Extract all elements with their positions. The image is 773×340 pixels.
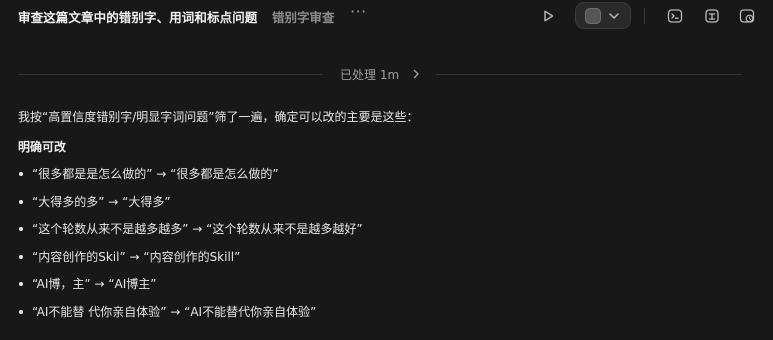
chevron-down-icon (609, 13, 619, 19)
fix-text: “大得多的多” → “大得多” (32, 194, 171, 209)
section-heading: 明确可改 (18, 140, 67, 154)
bullet (19, 254, 23, 259)
toolbar-divider (644, 8, 645, 24)
list-item: “内容创作的Skil” → “内容创作的Skill” (18, 248, 758, 266)
model-selector[interactable] (575, 2, 631, 29)
list-item: “AI不能替 代你亲自体验” → “AI不能替代你亲自体验” (18, 303, 758, 321)
chevron-right-icon (413, 69, 419, 79)
thread-subtitle: 错别字审查 (272, 10, 335, 25)
assistant-message: 我按“高置信度错别字/明显字词问题”筛了一遍，确定可以改的主要是这些： 明确可改… (18, 108, 758, 330)
bullet (19, 309, 23, 314)
fix-text: “内容创作的Skil” → “内容创作的Skill” (32, 249, 241, 264)
fix-text: “很多都是是怎么做的” → “很多都是怎么做的” (32, 167, 279, 181)
fix-text: “AI不能替 代你亲自体验” → “AI不能替代你亲自体验” (32, 304, 317, 319)
window-icon[interactable] (739, 8, 755, 24)
bullet (19, 282, 23, 286)
bullet (19, 227, 23, 231)
processed-divider[interactable]: 已处理 1m (18, 64, 741, 84)
fix-text: “AI博，主” → “AI博主” (32, 277, 157, 291)
list-item: “很多都是是怎么做的” → “很多都是怎么做的” (18, 165, 758, 183)
divider-line (436, 74, 741, 75)
list-item: “大得多的多” → “大得多” (18, 193, 758, 211)
list-item: “AI博，主” → “AI博主” (18, 275, 758, 293)
terminal-icon[interactable] (667, 8, 683, 24)
bullet (19, 172, 23, 176)
play-icon[interactable] (540, 8, 556, 24)
list-item: “这个轮数从来不是越多越多” → “这个轮数从来不是越多越好” (18, 220, 758, 238)
message-intro: 我按“高置信度错别字/明显字词问题”筛了一遍，确定可以改的主要是这些： (18, 110, 419, 124)
fix-list: “很多都是是怎么做的” → “很多都是怎么做的” “大得多的多” → “大得多”… (18, 165, 758, 321)
processed-time-label: 已处理 1m (340, 68, 400, 82)
thread-title[interactable]: 审查这篇文章中的错别字、用词和标点问题 (18, 7, 257, 26)
more-options-icon[interactable]: ··· (350, 2, 367, 21)
box-icon[interactable] (704, 8, 720, 24)
bullet (19, 199, 23, 204)
fix-text: “这个轮数从来不是越多越多” → “这个轮数从来不是越多越好” (32, 222, 363, 236)
model-selector-icon (585, 8, 601, 24)
divider-line (18, 74, 323, 75)
top-bar: 审查这篇文章中的错别字、用词和标点问题 错别字审查 ··· (0, 0, 773, 32)
